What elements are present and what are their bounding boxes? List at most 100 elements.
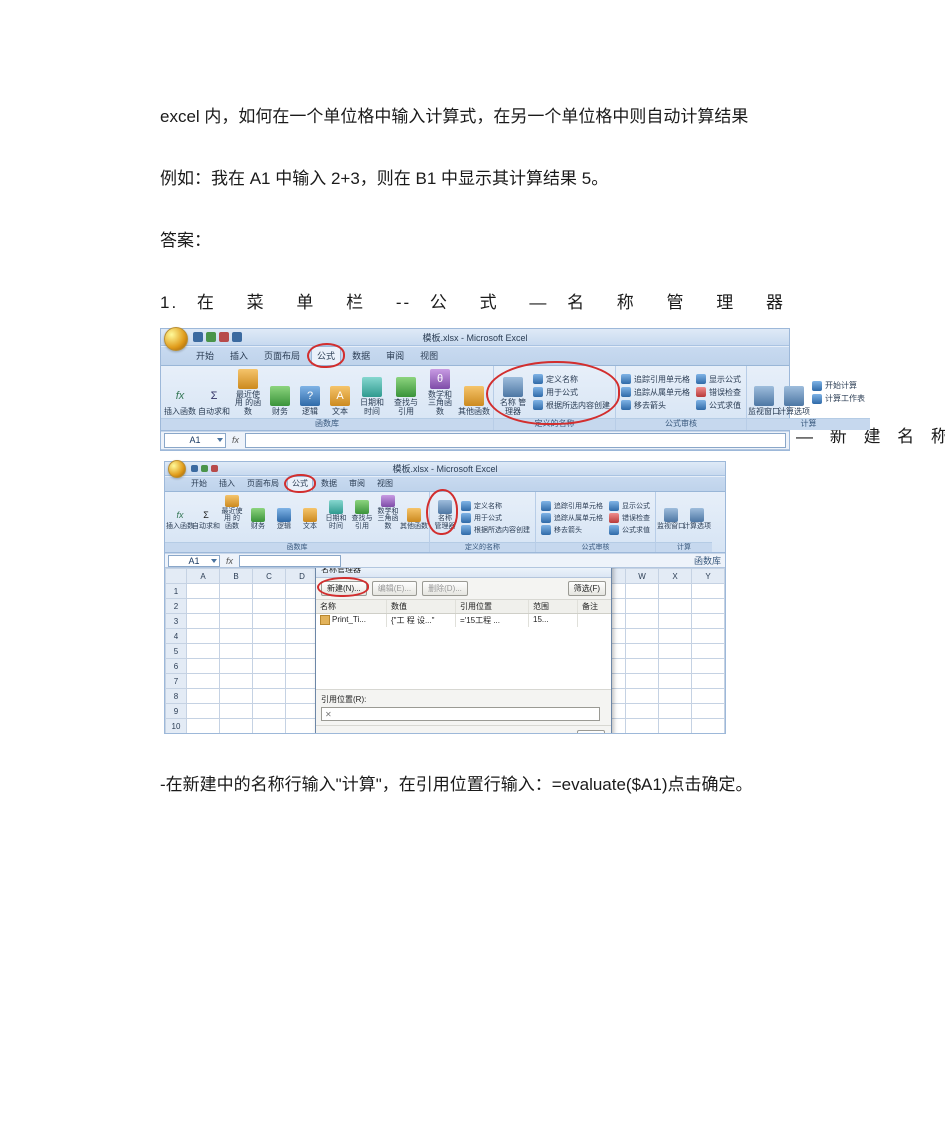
- undo-icon[interactable]: [206, 332, 216, 342]
- column-header[interactable]: B: [220, 569, 253, 584]
- column-header[interactable]: X: [659, 569, 692, 584]
- col-value[interactable]: 数值: [387, 600, 456, 613]
- cell[interactable]: [187, 614, 220, 629]
- recent-functions-button[interactable]: 最近使用 的函数: [220, 494, 244, 532]
- cell[interactable]: [220, 599, 253, 614]
- cell[interactable]: [286, 659, 319, 674]
- cell[interactable]: [286, 599, 319, 614]
- recent-functions-button[interactable]: 最近使用 的函数: [232, 368, 264, 418]
- cell[interactable]: [187, 704, 220, 719]
- cell[interactable]: [626, 584, 659, 599]
- cell[interactable]: [187, 719, 220, 734]
- trace-dependents-item[interactable]: 追踪从属单元格: [621, 387, 690, 398]
- filter-button[interactable]: 筛选(F): [568, 581, 606, 596]
- math-trig-button[interactable]: θ数学和 三角函数: [424, 368, 456, 418]
- column-header[interactable]: D: [286, 569, 319, 584]
- create-from-selection-item[interactable]: 根据所选内容创建: [461, 525, 530, 535]
- calc-sheet-item[interactable]: 计算工作表: [812, 393, 865, 404]
- cell[interactable]: [692, 689, 725, 704]
- create-from-selection-item[interactable]: 根据所选内容创建: [533, 400, 610, 411]
- col-name[interactable]: 名称: [316, 600, 387, 613]
- show-formulas-item[interactable]: 显示公式: [696, 374, 741, 385]
- cell[interactable]: [286, 629, 319, 644]
- calc-options-button[interactable]: 计算选项: [780, 368, 808, 418]
- redo-icon[interactable]: [219, 332, 229, 342]
- cell[interactable]: [626, 674, 659, 689]
- column-header[interactable]: A: [187, 569, 220, 584]
- cell[interactable]: [692, 584, 725, 599]
- name-manager-button[interactable]: 名称 管理器: [433, 494, 457, 532]
- cell[interactable]: [220, 719, 253, 734]
- cell[interactable]: [253, 599, 286, 614]
- use-in-formula-item[interactable]: 用于公式: [533, 387, 610, 398]
- cell[interactable]: [187, 629, 220, 644]
- row-header[interactable]: 10: [166, 719, 187, 734]
- tab-home[interactable]: 开始: [191, 347, 219, 365]
- cell[interactable]: [187, 599, 220, 614]
- cell[interactable]: [626, 719, 659, 734]
- save-icon[interactable]: [193, 332, 203, 342]
- cell[interactable]: [659, 689, 692, 704]
- insert-function-button[interactable]: fx插入函数: [168, 494, 192, 532]
- autosum-button[interactable]: Σ自动求和: [198, 368, 230, 418]
- cell[interactable]: [253, 689, 286, 704]
- cell[interactable]: [659, 674, 692, 689]
- tab-review[interactable]: 审阅: [345, 477, 369, 491]
- undo-icon[interactable]: [201, 465, 208, 472]
- cell[interactable]: [286, 584, 319, 599]
- cell[interactable]: [220, 659, 253, 674]
- cell[interactable]: [220, 704, 253, 719]
- tab-insert[interactable]: 插入: [215, 477, 239, 491]
- cell[interactable]: [253, 674, 286, 689]
- calc-options-button[interactable]: 计算选项: [685, 494, 709, 532]
- row-header[interactable]: 1: [166, 584, 187, 599]
- row-header[interactable]: 3: [166, 614, 187, 629]
- cell[interactable]: [253, 719, 286, 734]
- cell[interactable]: [220, 584, 253, 599]
- tab-formula[interactable]: 公式: [311, 346, 341, 365]
- tab-review[interactable]: 审阅: [381, 347, 409, 365]
- cell[interactable]: [659, 644, 692, 659]
- logic-button[interactable]: 逻辑: [272, 494, 296, 532]
- cell[interactable]: [692, 674, 725, 689]
- cell[interactable]: [659, 719, 692, 734]
- tab-data[interactable]: 数据: [347, 347, 375, 365]
- cell[interactable]: [187, 689, 220, 704]
- cell[interactable]: [659, 584, 692, 599]
- lookup-ref-button[interactable]: 查找与 引用: [390, 368, 422, 418]
- cell[interactable]: [659, 659, 692, 674]
- row-header[interactable]: 4: [166, 629, 187, 644]
- list-item[interactable]: Print_Ti... {"工 程 设..." ='15工程 ... 15...: [316, 614, 611, 627]
- text-button[interactable]: 文本: [298, 494, 322, 532]
- text-button[interactable]: A文本: [326, 368, 354, 418]
- date-time-button[interactable]: 日期和 时间: [324, 494, 348, 532]
- cell[interactable]: [253, 704, 286, 719]
- cell[interactable]: [286, 644, 319, 659]
- cell[interactable]: [692, 614, 725, 629]
- tab-data[interactable]: 数据: [317, 477, 341, 491]
- office-button[interactable]: [168, 460, 186, 478]
- use-in-formula-item[interactable]: 用于公式: [461, 513, 530, 523]
- cell[interactable]: [659, 704, 692, 719]
- tab-home[interactable]: 开始: [187, 477, 211, 491]
- fx-icon[interactable]: fx: [232, 435, 239, 445]
- cell[interactable]: [286, 719, 319, 734]
- fx-icon[interactable]: fx: [226, 556, 233, 566]
- name-box[interactable]: A1: [168, 555, 220, 567]
- autosum-button[interactable]: Σ自动求和: [194, 494, 218, 532]
- cell[interactable]: [253, 659, 286, 674]
- cell[interactable]: [220, 614, 253, 629]
- col-note[interactable]: 备注: [578, 600, 611, 613]
- define-name-item[interactable]: 定义名称: [461, 501, 530, 511]
- logic-button[interactable]: ?逻辑: [296, 368, 324, 418]
- cell[interactable]: [692, 719, 725, 734]
- new-button[interactable]: 新建(N)...: [321, 581, 367, 596]
- cell[interactable]: [286, 614, 319, 629]
- evaluate-formula-item[interactable]: 公式求值: [696, 400, 741, 411]
- evaluate-formula-item[interactable]: 公式求值: [609, 525, 650, 535]
- cell[interactable]: [626, 659, 659, 674]
- row-header[interactable]: 7: [166, 674, 187, 689]
- cell[interactable]: [692, 704, 725, 719]
- close-button[interactable]: 关闭: [577, 730, 605, 733]
- cell[interactable]: [692, 629, 725, 644]
